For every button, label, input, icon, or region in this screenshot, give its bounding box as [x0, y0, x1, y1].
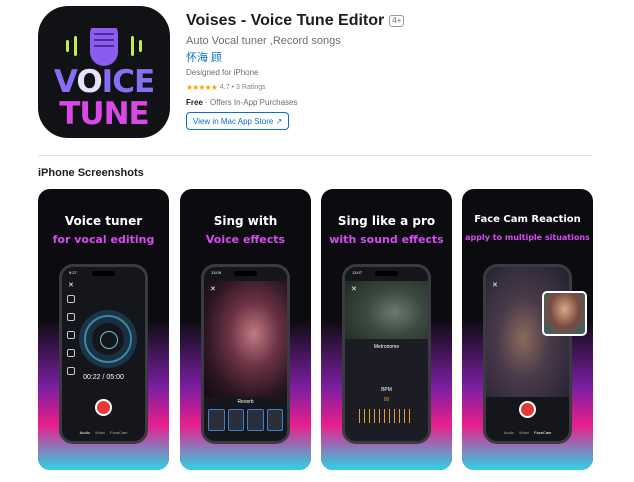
phone-notch [92, 271, 115, 276]
star-rating-icon: ★★★★★ [186, 83, 218, 92]
phone-mockup: 13:09 ✕ Reverb [201, 264, 290, 444]
screenshot-headline: Sing like a pro [337, 214, 436, 228]
screenshot-headline: Sing with [213, 214, 278, 228]
mode-tabs: Audio Video FaceCam [503, 430, 552, 435]
tool-icons [67, 295, 79, 385]
phone-mockup: 9:27 ✕ 00:22 / 05:00 Audio Video FaceCam [59, 264, 148, 444]
age-rating-badge: 4+ [389, 15, 405, 27]
phone-screen: 13:07 ✕ Metronome BPM 90 [345, 267, 428, 441]
ratings-count: 3 Ratings [236, 84, 266, 91]
designed-for: Designed for iPhone [186, 68, 259, 77]
screenshot-headline: Voice tuner [64, 214, 143, 228]
bpm-label: BPM [381, 387, 392, 393]
section-title: iPhone Screenshots [38, 167, 144, 179]
app-icon-word-tune: TUNE [59, 96, 149, 132]
in-app-purchases: Offers In-App Purchases [210, 98, 298, 107]
app-header: Voises - Voice Tune Editor 4+ Auto Vocal… [186, 12, 405, 130]
phone-mockup: 13:07 ✕ Metronome BPM 90 [342, 264, 431, 444]
app-title: Voises - Voice Tune Editor [186, 12, 385, 29]
phone-notch [234, 271, 257, 276]
phone-notch [375, 271, 398, 276]
bpm-value: 90 [383, 397, 390, 403]
screenshot-1[interactable]: Voice tuner for vocal editing 9:27 ✕ 00:… [38, 189, 169, 470]
close-icon: ✕ [492, 282, 498, 289]
bpm-slider [359, 409, 414, 423]
screenshot-headline: Face Cam Reaction [474, 214, 581, 225]
developer-link[interactable]: 怀海 顾 [186, 49, 404, 65]
close-icon: ✕ [68, 282, 74, 289]
screenshot-subline: Voice effects [205, 233, 286, 246]
phone-screen: 13:09 ✕ Reverb [204, 267, 287, 441]
status-time: 9:27 [69, 270, 77, 275]
pitch-rings-icon [84, 315, 132, 363]
app-icon: VOICE TUNE [38, 6, 170, 138]
panel-title: Metronome [373, 344, 400, 350]
record-button-icon [519, 401, 536, 418]
price-row: Free · Offers In-App Purchases [186, 98, 298, 107]
divider [38, 155, 592, 156]
screenshot-3[interactable]: Sing like a pro with sound effects 13:07… [321, 189, 452, 470]
close-icon: ✕ [351, 286, 357, 293]
status-time: 13:09 [211, 270, 222, 275]
phone-screen: 9:27 ✕ 00:22 / 05:00 Audio Video FaceCam [62, 267, 145, 441]
close-icon: ✕ [210, 286, 216, 293]
record-timer: 00:22 / 05:00 [83, 374, 124, 381]
app-subtitle: Auto Vocal tuner ,Record songs [186, 35, 341, 47]
rating-row: ★★★★★ 4.7 • 3 Ratings [186, 83, 266, 92]
screenshot-subline: apply to multiple situations [465, 233, 590, 242]
app-icon-word-voice: VOICE [53, 64, 155, 100]
metronome-panel: Metronome BPM 90 [345, 339, 428, 441]
effect-thumbnails [208, 409, 283, 431]
screenshot-4[interactable]: Face Cam Reaction apply to multiple situ… [462, 189, 593, 470]
price: Free [186, 98, 203, 107]
mode-tabs: Audio Video FaceCam [79, 430, 128, 435]
screenshot-2[interactable]: Sing with Voice effects 13:09 ✕ Reverb [180, 189, 311, 470]
record-button-icon [95, 399, 112, 416]
singer-photo [204, 281, 287, 399]
screenshot-subline: for vocal editing [52, 233, 155, 246]
facecam-overlay [542, 291, 587, 336]
rating-value: 4.7 [219, 84, 230, 91]
effect-name: Reverb [237, 399, 254, 405]
screenshot-subline: with sound effects [329, 233, 444, 246]
status-time: 13:07 [352, 270, 363, 275]
view-in-mac-app-store-button[interactable]: View in Mac App Store ↗ [186, 112, 290, 130]
microphone-icon [66, 28, 142, 66]
